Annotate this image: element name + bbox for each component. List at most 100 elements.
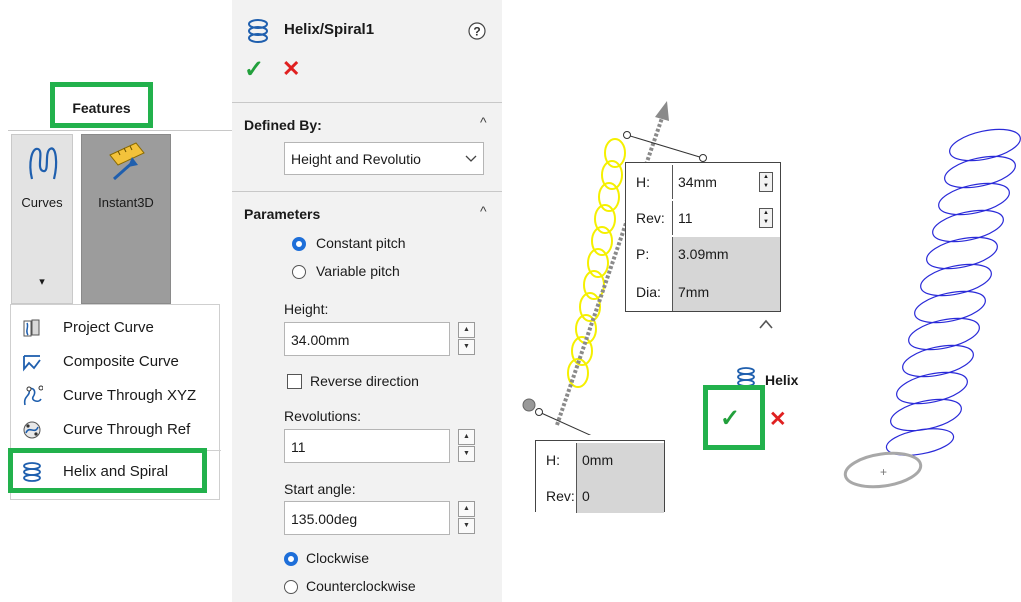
helix-result-coils <box>885 128 1021 456</box>
clockwise-label: Clockwise <box>306 550 370 566</box>
curves-label: Curves <box>21 195 63 210</box>
reverse-direction-checkbox[interactable] <box>287 374 302 389</box>
menu-item-label: Composite Curve <box>63 353 179 370</box>
chevron-down-icon[interactable]: ▾ <box>12 275 72 288</box>
callout-row-revolutions[interactable]: Rev: 0 <box>536 479 664 513</box>
curve-through-xyz-icon <box>23 385 43 406</box>
section-divider <box>232 191 502 192</box>
revolutions-input[interactable]: 11 <box>284 429 450 463</box>
diameter-key: Dia: <box>636 284 661 300</box>
menu-item-label: Curve Through XYZ <box>63 387 197 404</box>
menu-item-label: Project Curve <box>63 319 154 336</box>
direction-arrow-icon <box>655 101 669 121</box>
height-value: 34mm <box>678 174 717 190</box>
cancel-button[interactable]: ✕ <box>769 407 787 432</box>
curves-button[interactable]: Curves ▾ <box>11 134 73 304</box>
drag-handle <box>623 131 631 139</box>
defined-by-select[interactable]: Height and Revolutio <box>284 142 484 175</box>
defined-by-value: Height and Revolutio <box>291 151 421 167</box>
ok-button[interactable]: ✓ <box>244 55 264 84</box>
spin-down-icon[interactable]: ▼ <box>458 339 475 355</box>
chevron-up-icon[interactable]: ^ <box>480 203 487 219</box>
curves-icon <box>29 147 58 180</box>
menu-item-project-curve[interactable]: Project Curve <box>11 311 221 345</box>
features-tab[interactable]: Features <box>50 82 153 128</box>
menu-item-curve-through-xyz[interactable]: Curve Through XYZ <box>11 379 221 413</box>
bottom-dimension-callout: H: 0mm Rev: 0 <box>535 440 665 513</box>
revolutions-value-cell[interactable]: 11 ▲ ▼ <box>672 201 780 235</box>
callout-row-height[interactable]: H: 34mm ▲ ▼ <box>626 165 780 199</box>
help-icon[interactable]: ? <box>468 22 486 40</box>
spinner-icon[interactable]: ▲ ▼ <box>759 208 773 228</box>
variable-pitch-radio[interactable] <box>292 265 306 279</box>
spin-up-icon[interactable]: ▲ <box>458 429 475 445</box>
revolutions-value: 0 <box>582 488 590 504</box>
revolutions-value-cell[interactable]: 0 <box>576 479 664 513</box>
callout-row-diameter: Dia: 7mm <box>626 275 780 311</box>
pitch-value-cell: 3.09mm <box>672 237 780 275</box>
spin-up-icon[interactable]: ▲ <box>458 322 475 338</box>
drag-handle <box>699 154 707 162</box>
start-angle-input[interactable]: 135.00deg <box>284 501 450 535</box>
height-value: 34.00mm <box>291 332 350 348</box>
height-label: Height: <box>284 301 329 317</box>
revolutions-value: 11 <box>678 210 693 226</box>
defined-by-header[interactable]: Defined By: <box>244 117 322 133</box>
height-key: H: <box>636 174 650 190</box>
top-dimension-callout: H: 34mm ▲ ▼ Rev: 11 ▲ ▼ P: 3.09mm Dia: 7mm <box>625 162 781 312</box>
helix-result-graphic: + <box>843 128 1021 489</box>
parameters-header[interactable]: Parameters <box>244 206 320 222</box>
counterclockwise-label: Counterclockwise <box>306 578 416 594</box>
clockwise-radio[interactable] <box>284 552 298 566</box>
helix-and-spiral-highlight <box>8 448 207 493</box>
spin-up-icon[interactable]: ▲ <box>458 501 475 517</box>
composite-curve-icon <box>23 355 41 372</box>
height-value-cell[interactable]: 0mm <box>576 443 664 479</box>
instant3d-icon <box>109 142 145 181</box>
section-divider <box>232 102 502 103</box>
chevron-down-icon <box>465 155 477 162</box>
revolutions-value: 11 <box>291 439 306 455</box>
revolutions-key: Rev: <box>636 210 665 226</box>
callout-row-height[interactable]: H: 0mm <box>536 443 664 479</box>
instant3d-label: Instant3D <box>98 195 154 210</box>
ok-button[interactable]: ✓ <box>720 404 740 433</box>
menu-item-curve-through-reference[interactable]: Curve Through Ref <box>11 413 221 447</box>
height-input[interactable]: 34.00mm <box>284 322 450 356</box>
counterclockwise-radio[interactable] <box>284 580 298 594</box>
cancel-button[interactable]: ✕ <box>282 56 300 82</box>
chevron-up-icon[interactable] <box>758 318 774 330</box>
instant3d-button[interactable]: Instant3D <box>81 134 171 304</box>
pitch-key: P: <box>636 246 650 262</box>
callout-row-revolutions[interactable]: Rev: 11 ▲ ▼ <box>626 201 780 235</box>
features-tab-label: Features <box>72 100 131 116</box>
project-curve-icon <box>23 319 40 337</box>
height-value: 0mm <box>582 452 614 468</box>
helix-property-manager: Helix/Spiral1 ? ✓ ✕ Defined By: ^ Height… <box>232 0 502 602</box>
constant-pitch-radio[interactable] <box>292 237 306 251</box>
menu-item-composite-curve[interactable]: Composite Curve <box>11 345 221 379</box>
property-manager-title: Helix/Spiral1 <box>284 21 375 38</box>
menu-item-label: Curve Through Ref <box>63 421 191 438</box>
height-spinner[interactable]: ▲ ▼ <box>458 322 475 356</box>
start-angle-spinner[interactable]: ▲ ▼ <box>458 501 475 535</box>
revolutions-spinner[interactable]: ▲ ▼ <box>458 429 475 463</box>
svg-text:?: ? <box>473 25 480 39</box>
variable-pitch-label: Variable pitch <box>316 263 400 279</box>
spin-down-icon[interactable]: ▼ <box>458 518 475 534</box>
callout-row-pitch: P: 3.09mm <box>626 237 780 275</box>
revolutions-key: Rev: <box>546 488 575 504</box>
revolutions-label: Revolutions: <box>284 408 362 424</box>
curve-through-reference-icon <box>23 421 41 439</box>
drag-handle <box>535 408 543 416</box>
spin-down-icon[interactable]: ▼ <box>458 446 475 462</box>
height-key: H: <box>546 452 560 468</box>
constant-pitch-label: Constant pitch <box>316 235 406 251</box>
pitch-value: 3.09mm <box>678 246 729 262</box>
helix-preview-coils <box>567 138 626 388</box>
height-value-cell[interactable]: 34mm ▲ ▼ <box>672 165 780 199</box>
drag-handle <box>522 398 536 412</box>
chevron-up-icon[interactable]: ^ <box>480 114 487 130</box>
origin-icon: + <box>880 465 887 479</box>
spinner-icon[interactable]: ▲ ▼ <box>759 172 773 192</box>
